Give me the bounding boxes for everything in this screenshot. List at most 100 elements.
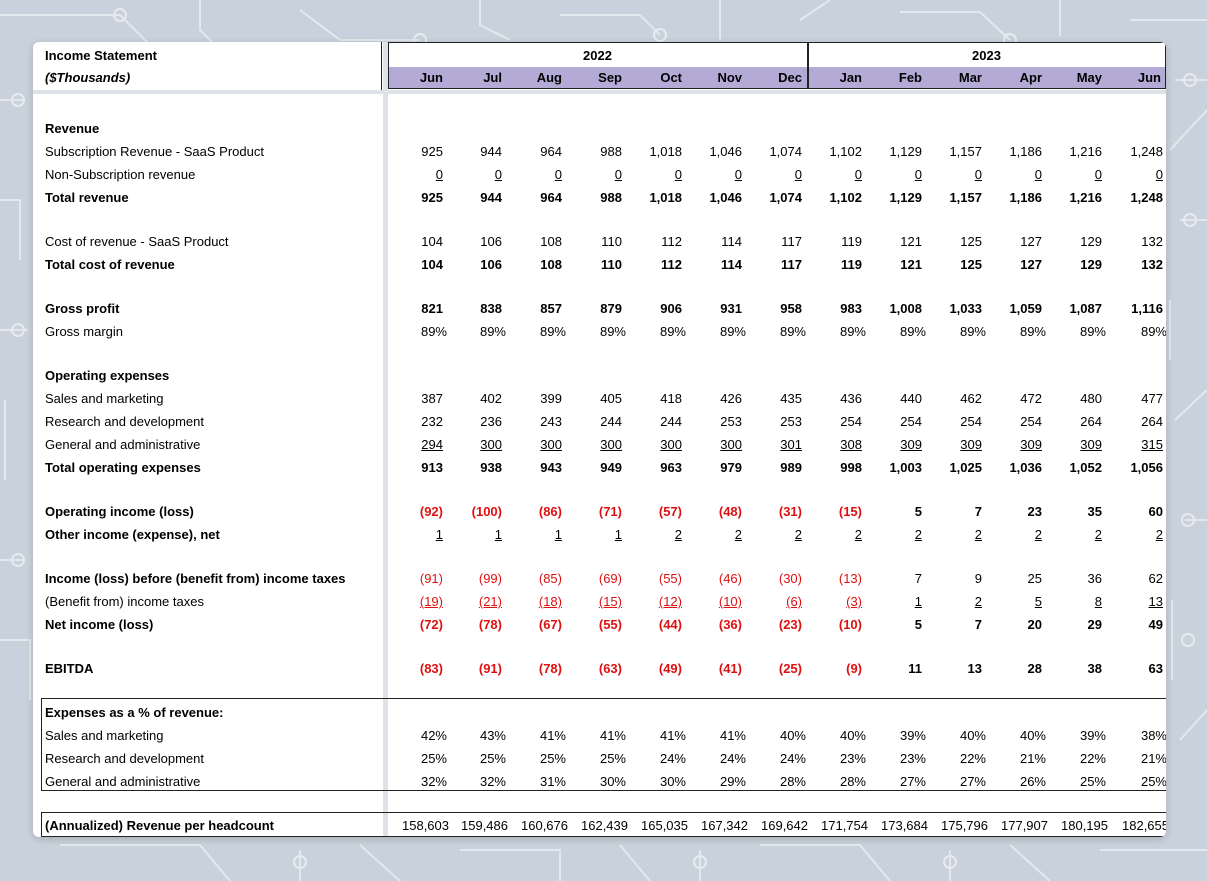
table-cell[interactable]: (91) [383,571,443,586]
table-cell[interactable]: 110 [562,257,622,272]
table-cell[interactable]: 309 [1042,437,1102,452]
table-cell[interactable]: 294 [383,437,443,452]
table-cell[interactable]: 1,018 [622,144,682,159]
table-cell[interactable]: 106 [442,234,502,249]
table-cell[interactable]: 1,046 [682,144,742,159]
table-cell[interactable]: 1,036 [982,460,1042,475]
table-cell[interactable]: 309 [982,437,1042,452]
table-cell[interactable]: 998 [802,460,862,475]
table-cell[interactable]: (10) [682,594,742,609]
table-cell[interactable]: 943 [502,460,562,475]
table-cell[interactable]: 114 [682,257,742,272]
table-cell[interactable]: 89% [506,324,566,339]
table-cell[interactable]: 1,129 [862,190,922,205]
month-header[interactable]: Oct [622,70,682,85]
table-cell[interactable]: 2 [862,527,922,542]
table-cell[interactable]: 821 [383,301,443,316]
table-cell[interactable]: 112 [622,257,682,272]
table-cell[interactable]: 9 [922,571,982,586]
table-cell[interactable]: 300 [562,437,622,452]
row-label[interactable]: Gross margin [45,324,123,339]
table-cell[interactable]: 1,157 [922,144,982,159]
table-cell[interactable]: (69) [562,571,622,586]
table-cell[interactable]: 2 [742,527,802,542]
table-cell[interactable]: 129 [1042,234,1102,249]
table-cell[interactable]: 0 [622,167,682,182]
row-label[interactable]: Total revenue [45,190,129,205]
table-cell[interactable]: (92) [383,504,443,519]
row-label[interactable]: Subscription Revenue - SaaS Product [45,144,264,159]
table-cell[interactable]: 308 [802,437,862,452]
table-cell[interactable]: (86) [502,504,562,519]
table-cell[interactable]: 2 [1103,527,1163,542]
table-cell[interactable]: (91) [442,661,502,676]
table-cell[interactable]: 264 [1042,414,1102,429]
table-cell[interactable]: 89% [446,324,506,339]
table-cell[interactable]: 89% [746,324,806,339]
table-cell[interactable]: 1,003 [862,460,922,475]
table-cell[interactable]: 1,056 [1103,460,1163,475]
table-cell[interactable]: (83) [383,661,443,676]
table-cell[interactable]: 2 [1042,527,1102,542]
table-cell[interactable]: 1,074 [742,144,802,159]
table-cell[interactable]: 988 [562,144,622,159]
table-cell[interactable]: (63) [562,661,622,676]
table-cell[interactable]: 300 [442,437,502,452]
table-cell[interactable]: 243 [502,414,562,429]
month-header[interactable]: Nov [682,70,742,85]
table-cell[interactable]: 110 [562,234,622,249]
table-cell[interactable]: 0 [982,167,1042,182]
table-cell[interactable]: (15) [562,594,622,609]
table-cell[interactable]: (6) [742,594,802,609]
table-cell[interactable]: 132 [1103,257,1163,272]
table-cell[interactable]: 2 [682,527,742,542]
table-cell[interactable]: 1 [383,527,443,542]
table-cell[interactable]: 49 [1103,617,1163,632]
table-cell[interactable]: 89% [1107,324,1166,339]
table-cell[interactable]: (78) [502,661,562,676]
table-cell[interactable]: 0 [383,167,443,182]
table-cell[interactable]: 925 [383,190,443,205]
table-cell[interactable]: (48) [682,504,742,519]
month-header[interactable]: Mar [922,70,982,85]
table-cell[interactable]: 979 [682,460,742,475]
table-cell[interactable]: 127 [982,257,1042,272]
table-cell[interactable]: 1,129 [862,144,922,159]
table-cell[interactable]: 402 [442,391,502,406]
table-cell[interactable]: 913 [383,460,443,475]
table-cell[interactable]: 1 [502,527,562,542]
row-label[interactable]: Operating expenses [45,368,169,383]
table-cell[interactable]: 0 [442,167,502,182]
table-cell[interactable]: (18) [502,594,562,609]
table-cell[interactable]: 857 [502,301,562,316]
table-cell[interactable]: 0 [742,167,802,182]
table-cell[interactable]: 405 [562,391,622,406]
table-cell[interactable]: 944 [442,144,502,159]
month-header[interactable]: Aug [502,70,562,85]
table-cell[interactable]: 906 [622,301,682,316]
table-cell[interactable]: 309 [862,437,922,452]
table-cell[interactable]: 254 [862,414,922,429]
table-cell[interactable]: (31) [742,504,802,519]
table-cell[interactable]: 480 [1042,391,1102,406]
table-cell[interactable]: 1,008 [862,301,922,316]
table-cell[interactable]: 108 [502,234,562,249]
table-cell[interactable]: 435 [742,391,802,406]
table-cell[interactable]: 89% [626,324,686,339]
table-cell[interactable]: 89% [686,324,746,339]
table-cell[interactable]: 1,059 [982,301,1042,316]
table-cell[interactable]: 89% [806,324,866,339]
row-label[interactable]: Operating income (loss) [45,504,194,519]
table-cell[interactable]: 264 [1103,414,1163,429]
row-label[interactable]: Revenue [45,121,99,136]
table-cell[interactable]: 949 [562,460,622,475]
table-cell[interactable]: 440 [862,391,922,406]
table-cell[interactable]: 925 [383,144,443,159]
table-cell[interactable]: (100) [442,504,502,519]
table-cell[interactable]: 254 [922,414,982,429]
table-cell[interactable]: 119 [802,257,862,272]
table-cell[interactable]: 315 [1103,437,1163,452]
table-cell[interactable]: (10) [802,617,862,632]
table-cell[interactable]: (19) [383,594,443,609]
table-cell[interactable]: 2 [982,527,1042,542]
